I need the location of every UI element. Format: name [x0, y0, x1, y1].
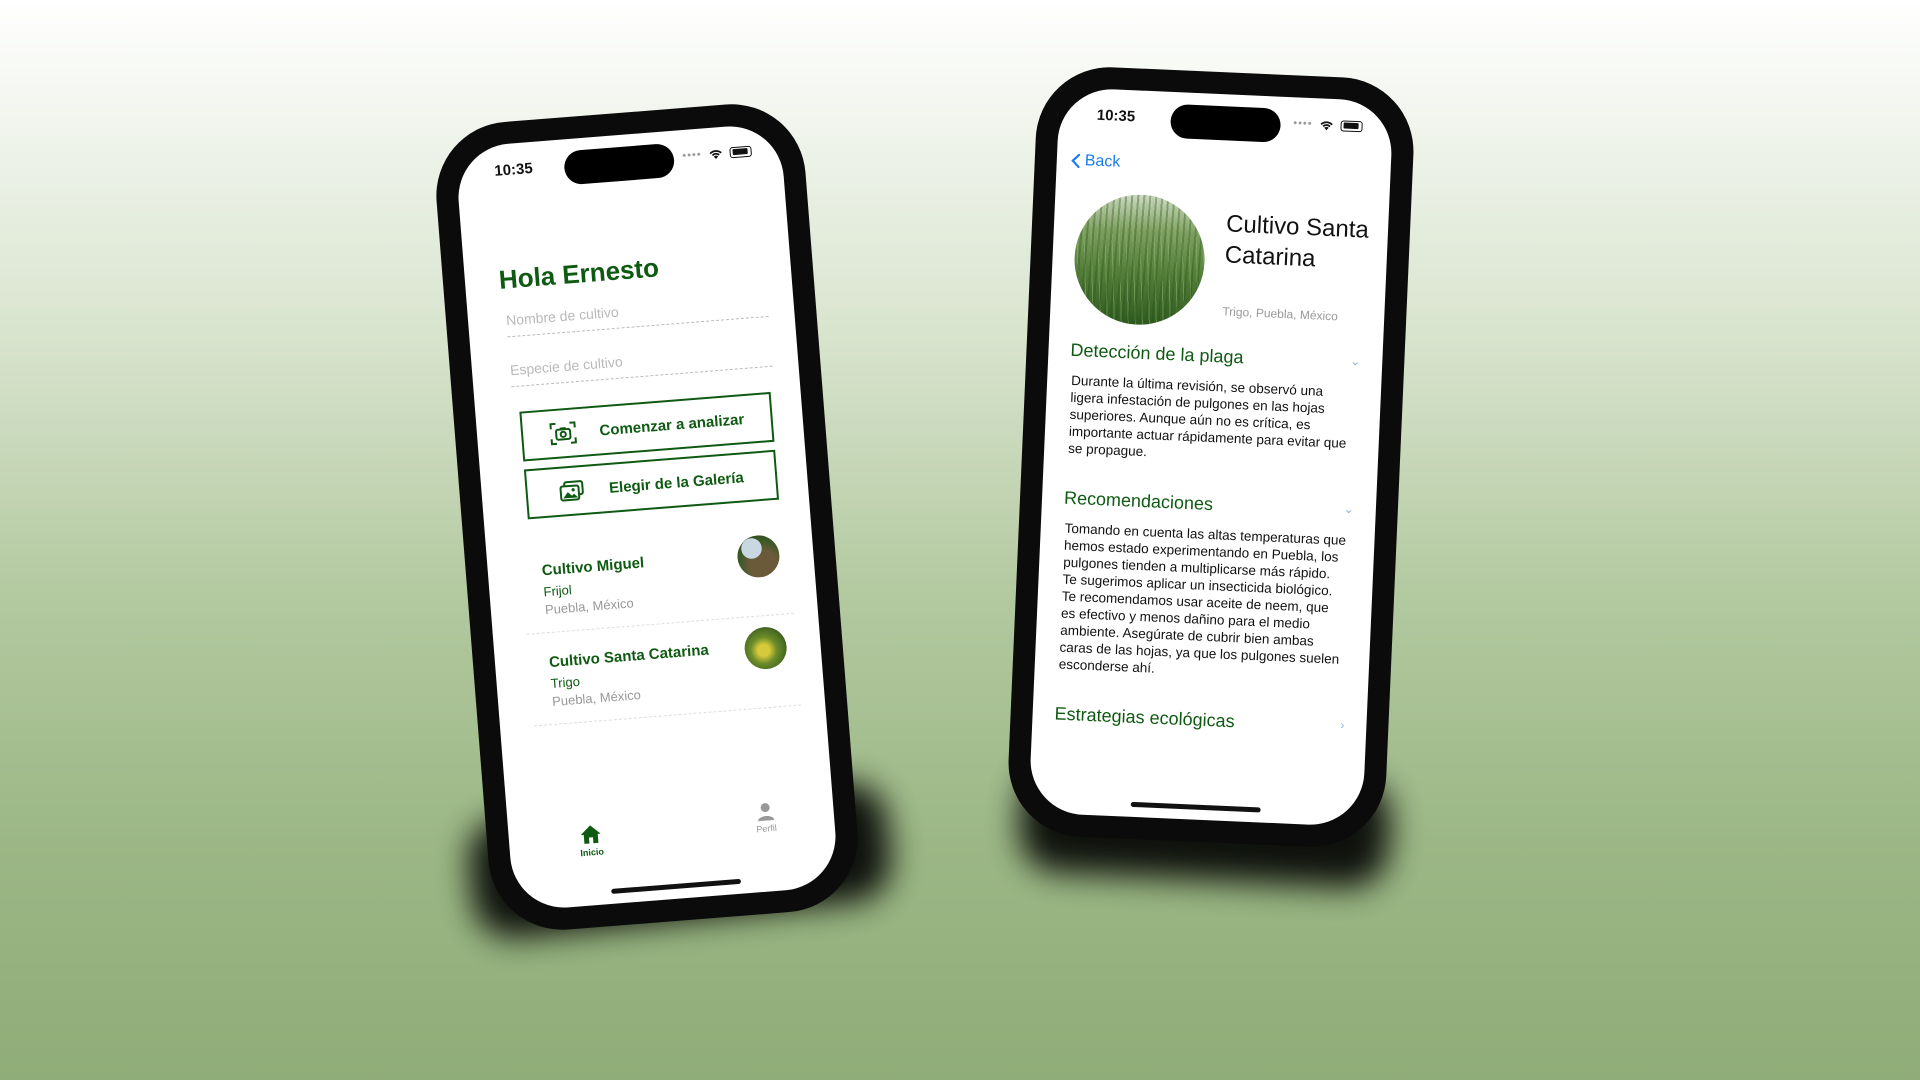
section-recommendations-body: Tomando en cuenta las altas temperaturas…: [1058, 520, 1347, 676]
crop-item-species: Trigo: [550, 673, 581, 692]
crop-item-title: Cultivo Santa Catarina: [548, 641, 710, 672]
section-heading: Recomendaciones: [1063, 487, 1214, 515]
crop-item-title: Cultivo Miguel: [541, 554, 645, 580]
battery-icon: [729, 145, 753, 158]
detail-subtitle: Trigo, Puebla, México: [1222, 304, 1339, 324]
crop-species-field[interactable]: [508, 325, 773, 388]
signal-icon: ••••: [681, 148, 703, 163]
dynamic-island: [1169, 103, 1282, 143]
crop-item-location: Puebla, México: [544, 595, 635, 618]
wifi-icon: [709, 150, 722, 159]
section-pest-detection-header[interactable]: Detección de la plaga ⌄: [1070, 340, 1361, 374]
crop-photo: [1071, 191, 1208, 328]
gallery-icon: [559, 480, 585, 502]
section-recommendations-header[interactable]: Recomendaciones ⌄: [1064, 488, 1355, 522]
signal-icon: ••••: [1292, 117, 1313, 131]
chevron-right-icon: ›: [1340, 717, 1345, 733]
section-pest-detection-body: Durante la última revisión, se observó u…: [1067, 372, 1347, 460]
crop-item-location: Puebla, México: [551, 687, 642, 709]
battery-icon: [1340, 119, 1363, 132]
crop-item-thumbnail: [743, 625, 789, 671]
back-chevron-icon: [1071, 153, 1081, 169]
tab-home[interactable]: Inicio: [578, 822, 605, 858]
chevron-down-icon: ⌄: [1343, 501, 1355, 517]
home-icon: [580, 825, 601, 844]
detail-title: Cultivo Santa Catarina: [1224, 210, 1370, 273]
chevron-down-icon: ⌄: [1349, 353, 1361, 369]
home-screen: 10:35 •••• Hola Ernesto Comenzar a anali…: [454, 122, 840, 912]
detail-phone: 10:35 •••• Back Cultivo Santa Catarina T…: [1005, 64, 1417, 850]
section-eco-strategies-header[interactable]: Estrategias ecológicas ›: [1054, 703, 1345, 737]
status-icons: ••••: [1293, 117, 1363, 132]
section-heading: Estrategias ecológicas: [1054, 703, 1236, 732]
dynamic-island: [563, 142, 676, 186]
crop-list-item[interactable]: Cultivo Santa Catarina Trigo Puebla, Méx…: [526, 612, 802, 727]
crop-item-species: Frijol: [542, 582, 573, 600]
home-indicator: [1130, 801, 1261, 813]
status-time: 10:35: [493, 159, 534, 180]
tab-profile[interactable]: Perfil: [754, 801, 778, 835]
start-analysis-button[interactable]: Comenzar a analizar: [519, 391, 775, 462]
section-heading: Detección de la plaga: [1070, 339, 1244, 368]
wifi-icon: [1320, 121, 1333, 131]
status-time: 10:35: [1096, 106, 1136, 126]
tab-bar: Inicio Perfil: [507, 796, 839, 911]
choose-gallery-label: Elegir de la Galería: [608, 468, 745, 497]
crop-item-thumbnail: [735, 533, 782, 579]
status-icons: ••••: [681, 145, 753, 163]
tab-home-label: Inicio: [580, 846, 605, 859]
start-analysis-label: Comenzar a analizar: [598, 410, 745, 439]
profile-icon: [757, 803, 774, 822]
back-label: Back: [1084, 152, 1121, 171]
home-phone: 10:35 •••• Hola Ernesto Comenzar a anali…: [430, 98, 864, 936]
back-button[interactable]: Back: [1070, 152, 1121, 172]
tab-profile-label: Perfil: [755, 822, 778, 835]
choose-gallery-button[interactable]: Elegir de la Galería: [523, 449, 780, 520]
detail-screen: 10:35 •••• Back Cultivo Santa Catarina T…: [1028, 87, 1394, 827]
camera-icon: [549, 421, 578, 446]
home-indicator: [611, 878, 742, 894]
